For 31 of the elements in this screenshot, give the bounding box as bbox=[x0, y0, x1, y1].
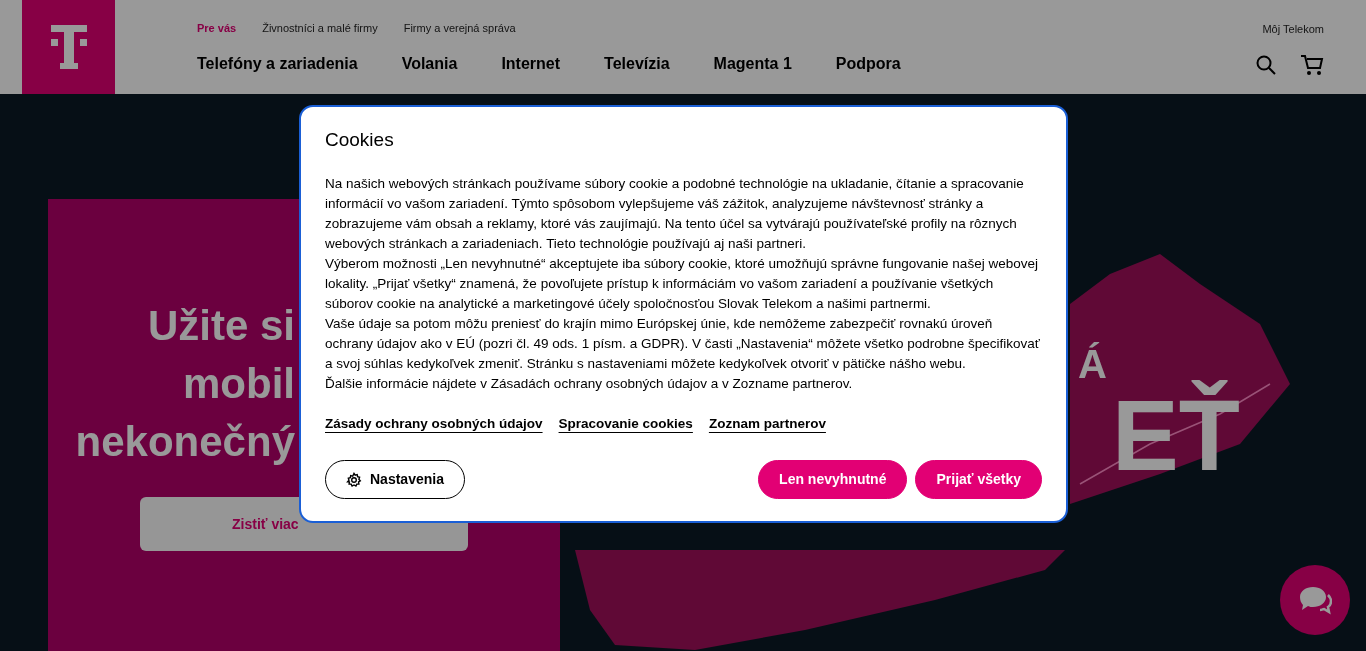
hero-map-text: EŤ bbox=[1112, 378, 1240, 493]
logo-box[interactable] bbox=[22, 0, 115, 94]
hero-heading-line: Užite si bbox=[146, 301, 295, 351]
settings-button[interactable]: Nastavenia bbox=[325, 460, 465, 500]
dialog-paragraph: Výberom možnosti „Len nevyhnutné“ akceptujete iba súbory cookie, ktoré umožňujú správne fungovanie našej webovej lokality. „Prijať všetky“ znamená, že povoľujete prístup k informáciám vo vašom zariadení a používanie všetkých súborov cookie na analytické a marketingové účely spoločnosťou Slovak Telekom a našimi partnermi. bbox=[325, 254, 1039, 313]
dialog-paragraph: Na našich webových stránkach používame súbory cookie a podobné technológie na ukladanie, čítanie a spracovanie informácií vo vašom zariadení. Týmto spôsobom vylepšujeme váš zážitok, analyzujeme návštevnosť stránky a zobrazujeme vám obsah a reklamy, ktoré vás zaujímajú. Na tento účel sa vytvárajú používateľské profily na rôznych webových stránkach a zariadeniach. Tieto technológie používajú aj naši partneri. bbox=[325, 174, 1025, 253]
account-link[interactable]: Môj Telekom bbox=[1262, 21, 1324, 38]
dialog-paragraph: Ďalšie informácie nájdete v Zásadách ochrany osobných údajov a v Zozname partnerov. bbox=[325, 374, 854, 393]
search-icon[interactable] bbox=[1256, 54, 1276, 75]
dialog-title: Cookies bbox=[325, 129, 395, 152]
nav-link[interactable]: Magenta 1 bbox=[713, 52, 792, 76]
nav-link[interactable]: Telefóny a zariadenia bbox=[197, 52, 358, 76]
hero-heading-line: mobil bbox=[182, 359, 295, 409]
cart-icon[interactable] bbox=[1300, 53, 1324, 76]
nav-link[interactable]: Internet bbox=[501, 52, 561, 76]
logo-icon bbox=[50, 25, 87, 69]
nav-link[interactable]: Podpora bbox=[835, 52, 901, 76]
gear-icon bbox=[346, 471, 362, 488]
segment-link[interactable]: Firmy a verejná správa bbox=[403, 19, 516, 37]
hero-heading-line: nekonečný bbox=[74, 417, 295, 467]
nav-link[interactable]: Volania bbox=[401, 52, 458, 76]
hero-map-text: Á bbox=[1078, 341, 1107, 388]
consent-button[interactable]: Len nevyhnutné bbox=[758, 460, 908, 500]
dialog-paragraph: Vaše údaje sa potom môžu preniesť do krajín mimo Európskej únie, kde nemôžeme zabezpečiť rovnakú úroveň ochrany údajov ako v EÚ (pozri čl. 49 ods. 1 písm. a GDPR). V časti „Nastavenia“ môžete všetko podrobne špecifikovať a svoj súhlas kedykoľvek zmeniť. Stránku s nastaveniami môžete kedykoľvek otvoriť v pätičke nášho webu. bbox=[325, 314, 1041, 373]
dialog-link[interactable]: Zásady ochrany osobných údajov bbox=[325, 413, 543, 435]
consent-button[interactable]: Prijať všetky bbox=[915, 460, 1042, 500]
chat-icon bbox=[1298, 585, 1332, 615]
dialog-link[interactable]: Zoznam partnerov bbox=[708, 413, 826, 435]
nav-link[interactable]: Televízia bbox=[604, 52, 670, 76]
dialog-link[interactable]: Spracovanie cookies bbox=[558, 413, 693, 435]
segment-link[interactable]: Živnostníci a malé firmy bbox=[262, 19, 378, 37]
